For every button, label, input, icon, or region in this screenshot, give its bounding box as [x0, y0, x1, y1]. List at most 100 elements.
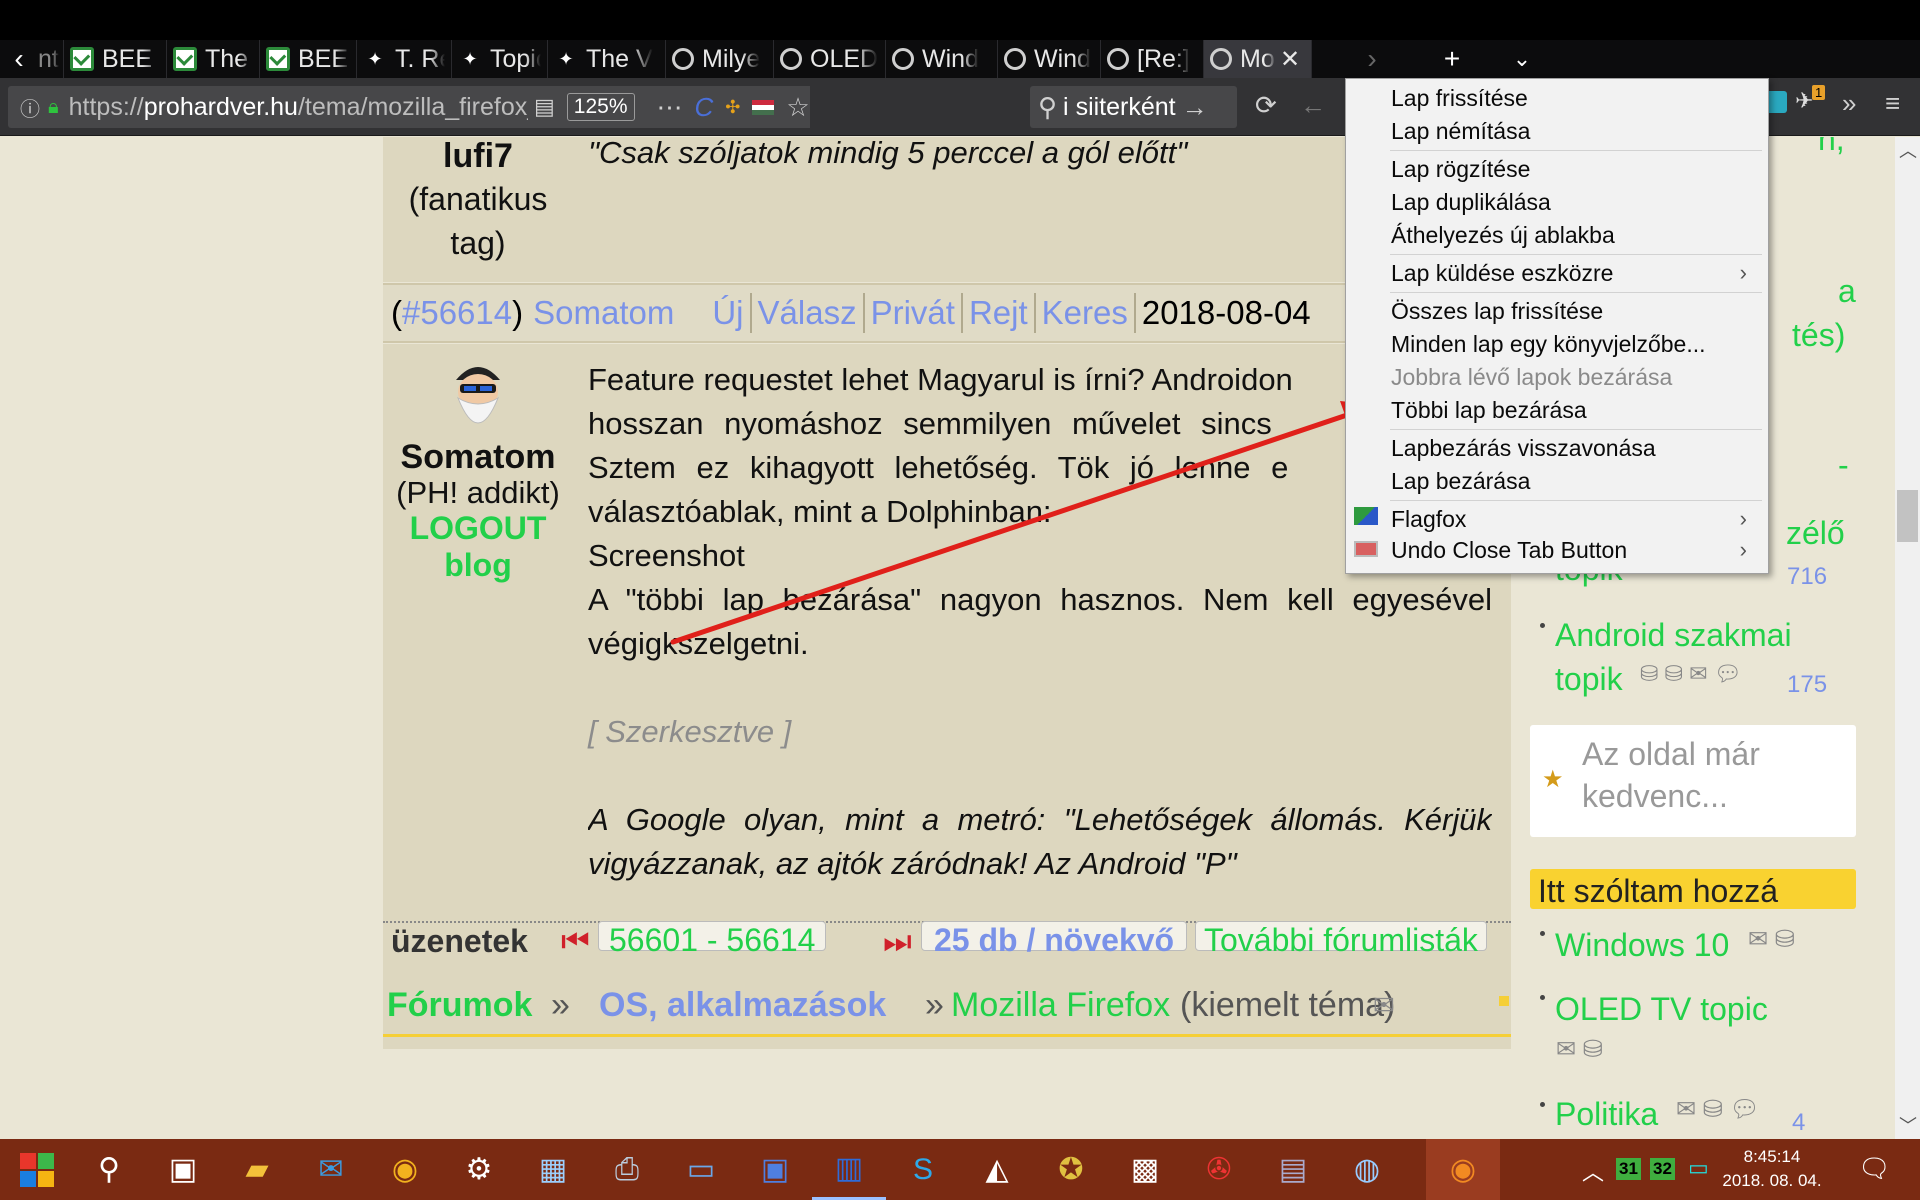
- tab[interactable]: ✦ T. Re: [357, 40, 452, 78]
- tab[interactable]: BEE C: [64, 40, 167, 78]
- search-input[interactable]: i siiterként: [1063, 93, 1176, 122]
- tab[interactable]: [Re:]: [1101, 40, 1204, 78]
- back-icon[interactable]: ←: [1300, 90, 1326, 121]
- tab-label: T. Re: [395, 44, 445, 73]
- firefox-icon[interactable]: ◉: [1426, 1139, 1500, 1200]
- start-icon[interactable]: [0, 1139, 74, 1200]
- skype-icon[interactable]: S: [886, 1139, 960, 1200]
- sticky-notes-icon[interactable]: ▣: [146, 1139, 220, 1200]
- search-go-icon[interactable]: →: [1182, 92, 1208, 123]
- notifications-icon[interactable]: 🗨︎: [1858, 1153, 1891, 1184]
- game-icon[interactable]: ✇: [1182, 1139, 1256, 1200]
- url-bar[interactable]: ⓘ 🔒︎ https://prohardver.hu/tema/mozilla_…: [8, 86, 810, 128]
- zoom-indicator[interactable]: 125%: [566, 93, 635, 121]
- page-actions-icon[interactable]: ⋯: [657, 92, 683, 123]
- chrome-icon[interactable]: ◉: [368, 1139, 442, 1200]
- menu-item-close-tab[interactable]: Lap bezárása: [1391, 466, 1530, 496]
- monitor-icon[interactable]: ▤: [1256, 1139, 1330, 1200]
- network-icon[interactable]: ▭: [1688, 1155, 1709, 1181]
- scrollbar-thumb[interactable]: [1897, 490, 1918, 542]
- menu-item-label: Flagfox: [1391, 506, 1467, 532]
- menu-item-pin-tab[interactable]: Lap rögzítése: [1391, 154, 1530, 184]
- books-icon[interactable]: ▥: [812, 1139, 886, 1200]
- search-icon: ⚲: [1038, 91, 1058, 122]
- menu-item-reload-all-tabs[interactable]: Összes lap frissítése: [1391, 296, 1603, 326]
- menu-item-reload-tab[interactable]: Lap frissítése: [1391, 83, 1528, 113]
- tab-label: BEE C: [102, 44, 160, 73]
- scanner-icon[interactable]: ▭: [664, 1139, 738, 1200]
- addon-notification-icon[interactable]: ✈: [1795, 88, 1813, 114]
- star-icon: ✦: [462, 48, 478, 69]
- tray-badge[interactable]: 31: [1616, 1158, 1641, 1180]
- tab-label: Wind: [922, 44, 979, 73]
- addon-c-icon[interactable]: C: [695, 92, 714, 123]
- scroll-up-icon[interactable]: ︿: [1899, 137, 1917, 163]
- close-tab-icon[interactable]: ✕: [1280, 45, 1300, 74]
- tab[interactable]: nt: [38, 40, 64, 78]
- tab-active[interactable]: Mo ✕: [1204, 40, 1312, 78]
- menu-item-flagfox[interactable]: Flagfox ›: [1391, 504, 1761, 534]
- tab[interactable]: OLED: [774, 40, 886, 78]
- bee-icon: [173, 47, 197, 71]
- tab-label: BEE C: [298, 44, 350, 73]
- new-tab-icon[interactable]: +: [1432, 40, 1472, 78]
- file-explorer-icon[interactable]: ▰: [220, 1139, 294, 1200]
- bee-icon: [70, 47, 94, 71]
- hamburger-menu-icon[interactable]: ≡: [1885, 88, 1900, 119]
- tray-badge[interactable]: 32: [1650, 1158, 1675, 1180]
- tray-chevron-icon[interactable]: ︿: [1582, 1155, 1604, 1187]
- menu-item-undo-close-tab[interactable]: Lapbezárás visszavonása: [1391, 433, 1656, 463]
- control-panel-icon[interactable]: ▦: [516, 1139, 590, 1200]
- lock-icon: 🔒︎: [48, 95, 59, 118]
- mail-icon[interactable]: ✉: [294, 1139, 368, 1200]
- tab-label: [Re:]: [1137, 44, 1190, 73]
- menu-item-send-tab-to-device[interactable]: Lap küldése eszközre ›: [1391, 258, 1761, 288]
- taskbar: ⚲ ▣ ▰ ✉ ◉ ⚙ ▦ ⎙ ▭ ▣ ▥ S ◭ ✪ ▩ ✇ ▤ ◍ ◉ ︿ …: [0, 1139, 1920, 1200]
- flagfox-icon: [1354, 507, 1378, 525]
- search-text: siiterként: [1075, 92, 1176, 121]
- bookmark-star-icon[interactable]: ☆: [786, 92, 809, 123]
- menu-item-label: Undo Close Tab Button: [1391, 537, 1628, 563]
- menu-item-move-to-new-window[interactable]: Áthelyezés új ablakba: [1391, 220, 1615, 250]
- tab-scroll-left-icon[interactable]: ‹: [0, 40, 38, 78]
- addon-dots-icon[interactable]: ✣: [725, 97, 740, 118]
- notification-badge: 1: [1812, 85, 1826, 100]
- globe-icon[interactable]: ◍: [1330, 1139, 1404, 1200]
- tab[interactable]: ✦ The V: [548, 40, 666, 78]
- clock[interactable]: 8:45:14 2018. 08. 04.: [1722, 1145, 1822, 1193]
- menu-item-bookmark-all-tabs[interactable]: Minden lap egy könyvjelzőbe...: [1391, 329, 1706, 359]
- tab[interactable]: Wind: [886, 40, 998, 78]
- tab[interactable]: Wind: [998, 40, 1101, 78]
- menu-item-undo-close-tab-button[interactable]: Undo Close Tab Button ›: [1391, 535, 1761, 565]
- reload-icon[interactable]: ⟳: [1255, 90, 1277, 121]
- save-icon[interactable]: ▣: [738, 1139, 812, 1200]
- tab[interactable]: BEE C: [260, 40, 357, 78]
- overflow-menu-icon[interactable]: »: [1842, 88, 1856, 119]
- search-icon[interactable]: ⚲: [72, 1139, 146, 1200]
- reader-view-icon[interactable]: ▤: [534, 94, 555, 120]
- menu-item-close-tabs-to-right: Jobbra lévő lapok bezárása: [1391, 364, 1673, 390]
- scroll-down-icon[interactable]: ﹀: [1899, 1112, 1917, 1138]
- scrollbar[interactable]: ︿ ﹀: [1895, 137, 1920, 1139]
- tab-label: OLED: [810, 44, 879, 73]
- menu-separator: [1390, 150, 1762, 151]
- tab-scroll-right-icon[interactable]: ›: [1312, 40, 1432, 78]
- fox-icon[interactable]: ◭: [960, 1139, 1034, 1200]
- info-icon[interactable]: ⓘ: [20, 93, 40, 122]
- tab[interactable]: ✦ Topic: [452, 40, 548, 78]
- search-bar[interactable]: ⚲ i siiterként →: [1030, 86, 1237, 128]
- hungary-flag-icon[interactable]: [752, 99, 775, 115]
- printer-icon[interactable]: ⎙: [590, 1139, 664, 1200]
- tab-strip: ‹ nt BEE C The I BEE C ✦ T. Re ✦ Topic ✦ Th…: [0, 40, 1920, 78]
- settings-icon[interactable]: ⚙: [442, 1139, 516, 1200]
- tab[interactable]: The I: [167, 40, 260, 78]
- menu-item-label: Lap küldése eszközre: [1391, 260, 1614, 286]
- menu-item-duplicate-tab[interactable]: Lap duplikálása: [1391, 187, 1551, 217]
- film-icon[interactable]: ▩: [1108, 1139, 1182, 1200]
- badge-icon[interactable]: ✪: [1034, 1139, 1108, 1200]
- ring-icon: [1210, 48, 1232, 70]
- tab[interactable]: Milye: [666, 40, 774, 78]
- chevron-down-icon[interactable]: ⌄: [1472, 40, 1572, 78]
- menu-item-mute-tab[interactable]: Lap némítása: [1391, 116, 1530, 146]
- menu-item-close-other-tabs[interactable]: Többi lap bezárása: [1391, 395, 1587, 425]
